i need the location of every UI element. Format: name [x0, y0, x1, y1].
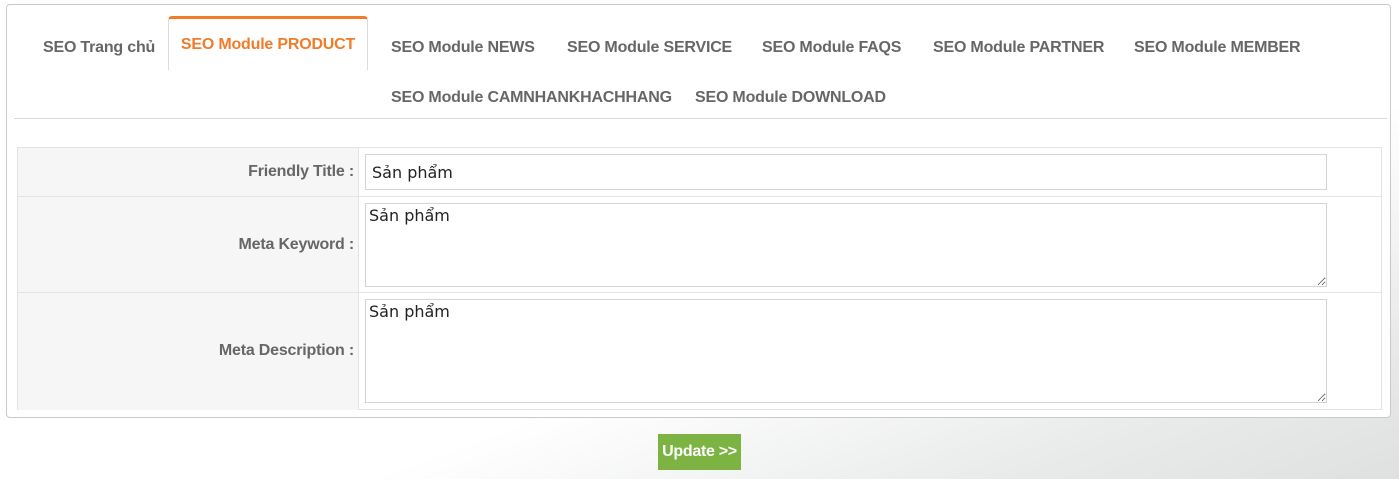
meta-description-label: Meta Description : — [218, 342, 354, 359]
tab-seo-module-download[interactable]: SEO Module DOWNLOAD — [695, 89, 886, 107]
seo-module-tabs: SEO Trang chủ SEO Module PRODUCT SEO Mod… — [14, 16, 1387, 119]
friendly-title-input[interactable] — [365, 154, 1327, 190]
tab-seo-module-member[interactable]: SEO Module MEMBER — [1134, 39, 1301, 57]
tab-seo-module-news[interactable]: SEO Module NEWS — [391, 39, 535, 57]
tab-seo-module-product[interactable]: SEO Module PRODUCT — [168, 16, 368, 70]
meta-description-textarea[interactable]: Sản phẩm — [365, 299, 1327, 403]
tab-seo-module-faqs[interactable]: SEO Module FAQS — [762, 39, 901, 57]
update-button[interactable]: Update >> — [658, 434, 741, 470]
friendly-title-row: Friendly Title : — [18, 148, 1381, 197]
meta-keyword-label-cell: Meta Keyword : — [18, 197, 359, 292]
meta-keyword-textarea[interactable]: Sản phẩm — [365, 203, 1327, 287]
friendly-title-label-cell: Friendly Title : — [18, 148, 359, 196]
tab-seo-module-partner[interactable]: SEO Module PARTNER — [933, 39, 1104, 57]
friendly-title-label: Friendly Title : — [248, 163, 354, 180]
meta-keyword-label: Meta Keyword : — [238, 236, 355, 253]
tab-seo-module-service[interactable]: SEO Module SERVICE — [567, 39, 732, 57]
meta-description-row: Meta Description : Sản phẩm — [18, 293, 1381, 410]
tab-seo-module-camnhankhachhang[interactable]: SEO Module CAMNHANKHACHHANG — [391, 89, 672, 107]
meta-description-label-cell: Meta Description : — [18, 293, 359, 410]
seo-form-table: Friendly Title : Meta Keyword : Sản phẩm… — [17, 147, 1382, 410]
tab-seo-trang-chu[interactable]: SEO Trang chủ — [43, 39, 155, 57]
meta-keyword-row: Meta Keyword : Sản phẩm — [18, 197, 1381, 293]
